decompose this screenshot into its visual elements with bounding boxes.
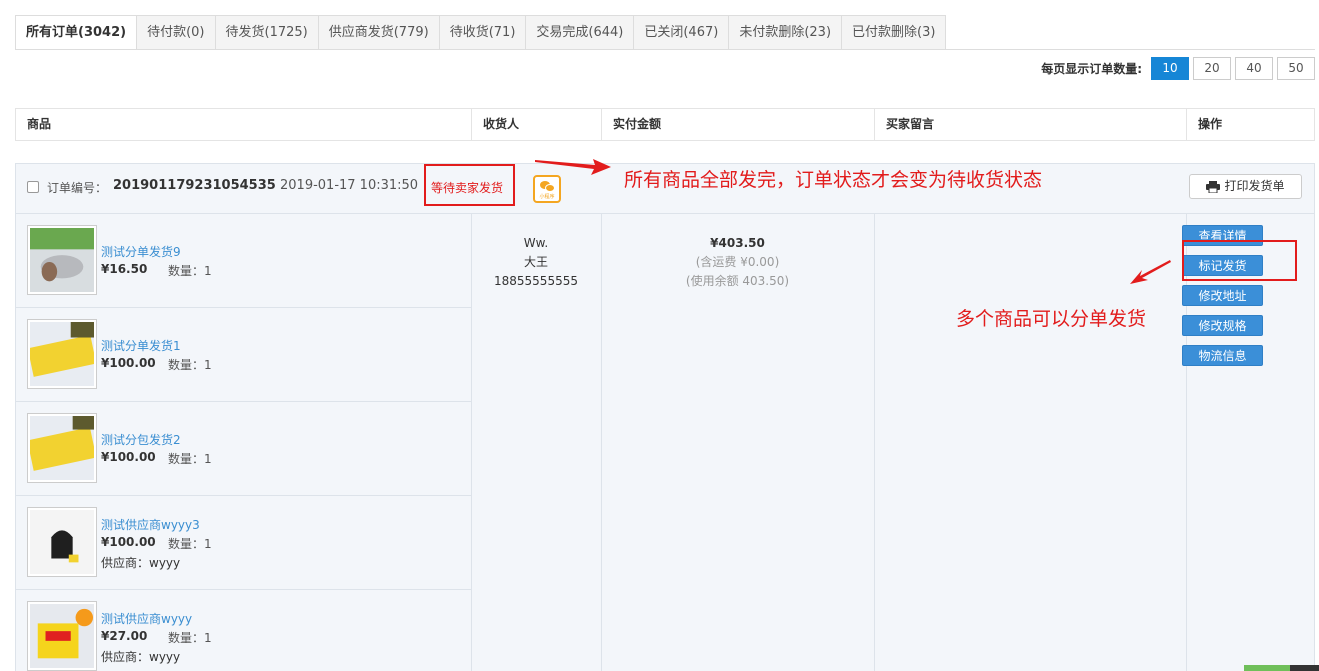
- page-size-selector: 每页显示订单数量: 10 20 40 50: [1041, 57, 1315, 80]
- receiver-info: Ww. 大王 18855555555: [471, 234, 601, 291]
- product-quantity: 数量：1: [168, 452, 212, 466]
- page-size-label: 每页显示订单数量:: [1041, 62, 1142, 76]
- list-item: 测试分包发货2 ¥100.00 数量：1: [16, 402, 471, 496]
- tab-supplier-shipment[interactable]: 供应商发货(779): [318, 15, 440, 50]
- printer-icon: [1206, 180, 1221, 193]
- product-image[interactable]: [27, 413, 97, 483]
- annotation-arrow-icon: [535, 159, 611, 175]
- annotation-status-note: 所有商品全部发完，订单状态才会变为待收货状态: [624, 169, 1043, 191]
- print-shipping-note-label: 打印发货单: [1224, 179, 1285, 193]
- tab-pending-receipt[interactable]: 待收货(71): [439, 15, 527, 50]
- amount-total: ¥403.50: [710, 236, 765, 250]
- product-image[interactable]: [27, 319, 97, 389]
- list-item: 测试供应商wyyy3 ¥100.00 数量：1 供应商：wyyy: [16, 496, 471, 590]
- receiver-phone: 18855555555: [494, 274, 578, 288]
- product-name-link[interactable]: 测试分包发货2: [101, 431, 181, 448]
- column-header-buyer-message: 买家留言: [874, 109, 1186, 140]
- goods-column: 测试分单发货9 ¥16.50 数量：1 测试分单发货1 ¥100.00 数量：1: [16, 214, 471, 671]
- product-name-link[interactable]: 测试分单发货9: [101, 243, 181, 260]
- table-header: 商品 收货人 实付金额 买家留言 操作: [15, 108, 1315, 141]
- order-number: 201901179231054535: [113, 178, 276, 193]
- tab-pending-shipment[interactable]: 待发货(1725): [215, 15, 319, 50]
- tab-completed[interactable]: 交易完成(644): [526, 15, 635, 50]
- annotation-split-shipping-note: 多个商品可以分单发货: [956, 308, 1147, 330]
- order-status-tabs: 所有订单(3042) 待付款(0) 待发货(1725) 供应商发货(779) 待…: [15, 15, 947, 50]
- order-checkbox[interactable]: [27, 181, 39, 193]
- product-name-link[interactable]: 测试供应商wyyy3: [101, 516, 200, 533]
- mini-program-label: 小程序: [539, 194, 555, 200]
- edit-address-button[interactable]: 修改地址: [1182, 285, 1263, 306]
- product-image[interactable]: [27, 225, 97, 295]
- order-time: 2019-01-17 10:31:50: [280, 178, 419, 193]
- tab-pending-payment[interactable]: 待付款(0): [137, 15, 216, 50]
- product-price: ¥100.00: [101, 450, 156, 464]
- tab-unpaid-deleted[interactable]: 未付款删除(23): [729, 15, 843, 50]
- product-price: ¥100.00: [101, 356, 156, 370]
- tab-paid-deleted[interactable]: 已付款删除(3): [842, 15, 947, 50]
- page-size-10-button[interactable]: 10: [1151, 57, 1189, 80]
- print-shipping-note-button[interactable]: 打印发货单: [1189, 174, 1302, 199]
- product-image[interactable]: [27, 601, 97, 671]
- status-highlight-box: [424, 164, 515, 206]
- product-supplier: 供应商：wyyy: [101, 556, 181, 570]
- product-quantity: 数量：1: [168, 631, 212, 645]
- column-header-goods: 商品: [27, 117, 52, 131]
- product-name-link[interactable]: 测试分单发货1: [101, 337, 181, 354]
- product-photo-icon: [30, 322, 94, 386]
- annotation-arrow-icon: [1130, 260, 1171, 284]
- product-quantity: 数量：1: [168, 358, 212, 372]
- amount-info: ¥403.50 (含运费 ¥0.00) (使用余额 403.50): [601, 234, 874, 291]
- product-price: ¥27.00: [101, 629, 148, 643]
- product-name-link[interactable]: 测试供应商wyyy: [101, 610, 192, 627]
- column-header-receiver: 收货人: [471, 109, 601, 140]
- product-photo-icon: [30, 604, 94, 668]
- tab-closed[interactable]: 已关闭(467): [634, 15, 730, 50]
- page-size-50-button[interactable]: 50: [1277, 57, 1315, 80]
- column-header-actions: 操作: [1186, 109, 1316, 140]
- product-quantity: 数量：1: [168, 537, 212, 551]
- logistics-info-button[interactable]: 物流信息: [1182, 345, 1263, 366]
- column-divider: [874, 214, 875, 671]
- edit-spec-button[interactable]: 修改规格: [1182, 315, 1263, 336]
- order-number-label: 订单编号：: [47, 181, 108, 195]
- product-price: ¥16.50: [101, 262, 148, 276]
- product-photo-icon: [30, 228, 94, 292]
- list-item: 测试供应商wyyy ¥27.00 数量：1 供应商：wyyy: [16, 590, 471, 671]
- receiver-alias: 大王: [523, 255, 548, 269]
- amount-shipping: (含运费 ¥0.00): [695, 255, 780, 269]
- corner-widget: [1244, 665, 1319, 671]
- receiver-name: Ww.: [523, 236, 549, 250]
- list-item: 测试分单发货9 ¥16.50 数量：1: [16, 214, 471, 308]
- list-item: 测试分单发货1 ¥100.00 数量：1: [16, 308, 471, 402]
- mini-program-icon: 小程序: [533, 175, 561, 203]
- product-supplier: 供应商：wyyy: [101, 650, 181, 664]
- order-card: 订单编号： 201901179231054535 2019-01-17 10:3…: [15, 163, 1315, 671]
- tabs-divider: [15, 49, 1315, 50]
- tab-all-orders[interactable]: 所有订单(3042): [15, 15, 138, 50]
- product-photo-icon: [30, 510, 94, 574]
- page-size-20-button[interactable]: 20: [1193, 57, 1231, 80]
- page-size-40-button[interactable]: 40: [1235, 57, 1273, 80]
- product-image[interactable]: [27, 507, 97, 577]
- amount-balance: (使用余额 403.50): [685, 274, 790, 288]
- column-header-amount: 实付金额: [601, 109, 874, 140]
- product-price: ¥100.00: [101, 535, 156, 549]
- product-photo-icon: [30, 416, 94, 480]
- product-quantity: 数量：1: [168, 264, 212, 278]
- mark-shipped-highlight-box: [1182, 240, 1297, 281]
